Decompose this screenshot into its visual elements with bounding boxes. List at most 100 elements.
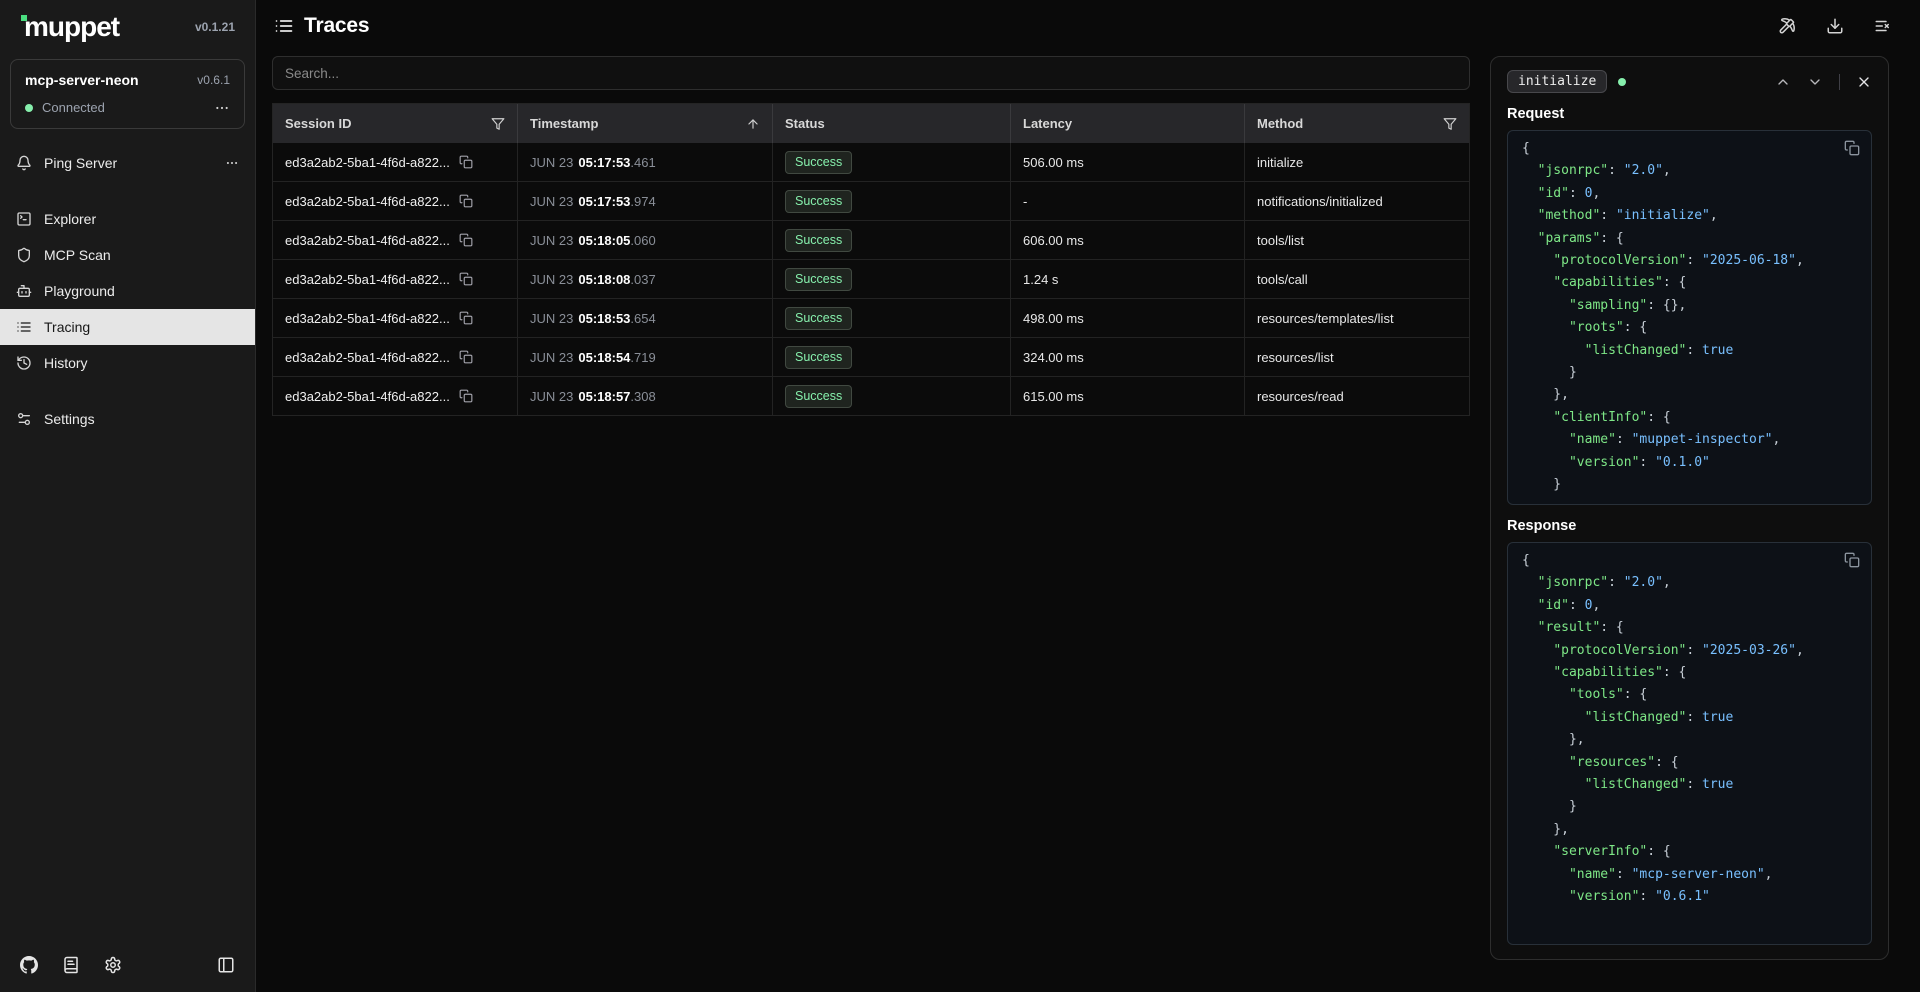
logo-row: muppet v0.1.21 [0, 0, 255, 51]
column-header-session-id[interactable]: Session ID [273, 104, 518, 143]
method-cell: resources/list [1245, 338, 1469, 376]
ping-server-menu-button[interactable] [225, 156, 239, 170]
sidebar-item-history[interactable]: History [0, 345, 255, 381]
sidebar-item-label: Playground [44, 283, 115, 299]
copy-icon[interactable] [459, 389, 473, 403]
next-trace-button[interactable] [1807, 74, 1823, 90]
table-row[interactable]: ed3a2ab2-5ba1-4f6d-a822... JUN 2305:18:5… [273, 299, 1469, 338]
session-id: ed3a2ab2-5ba1-4f6d-a822... [285, 233, 450, 248]
table-row[interactable]: ed3a2ab2-5ba1-4f6d-a822... JUN 2305:18:5… [273, 377, 1469, 416]
latency-cell: 1.24 s [1011, 260, 1245, 298]
main-area: Traces Session ID Timestamp [256, 0, 1920, 992]
github-icon[interactable] [20, 956, 38, 974]
filter-icon[interactable] [491, 117, 505, 131]
traces-column: Session ID Timestamp Status Latency Me [272, 56, 1470, 960]
app-version: v0.1.21 [195, 20, 235, 34]
column-header-status[interactable]: Status [773, 104, 1011, 143]
table-row[interactable]: ed3a2ab2-5ba1-4f6d-a822... JUN 2305:18:0… [273, 260, 1469, 299]
table-row[interactable]: ed3a2ab2-5ba1-4f6d-a822... JUN 2305:18:5… [273, 338, 1469, 377]
session-id: ed3a2ab2-5ba1-4f6d-a822... [285, 350, 450, 365]
clear-list-icon[interactable] [1874, 17, 1892, 35]
session-id: ed3a2ab2-5ba1-4f6d-a822... [285, 311, 450, 326]
column-header-latency[interactable]: Latency [1011, 104, 1245, 143]
app-logo[interactable]: muppet [24, 12, 119, 43]
sidebar-item-label: Tracing [44, 319, 90, 335]
timestamp-cell: JUN 2305:17:53.461 [518, 143, 773, 181]
sidebar-item-label: Settings [44, 411, 95, 427]
collapse-sidebar-icon[interactable] [217, 956, 235, 974]
method-badge: initialize [1507, 70, 1607, 93]
docs-book-icon[interactable] [62, 956, 80, 974]
list-icon [16, 319, 32, 335]
server-status: Connected [42, 100, 214, 115]
sidebar: muppet v0.1.21 mcp-server-neon v0.6.1 Co… [0, 0, 256, 992]
bell-icon [16, 155, 32, 171]
session-id: ed3a2ab2-5ba1-4f6d-a822... [285, 389, 450, 404]
sidebar-item-tracing[interactable]: Tracing [0, 309, 255, 345]
sidebar-item-ping-server[interactable]: Ping Server [0, 145, 255, 181]
sidebar-item-label: Ping Server [44, 155, 117, 171]
latency-cell: 615.00 ms [1011, 377, 1245, 415]
search-input[interactable] [285, 66, 1457, 81]
sidebar-item-label: Explorer [44, 211, 96, 227]
copy-icon[interactable] [1844, 140, 1860, 156]
server-version: v0.6.1 [197, 73, 230, 87]
gear-icon[interactable] [104, 956, 122, 974]
copy-icon[interactable] [459, 350, 473, 364]
traces-table: Session ID Timestamp Status Latency Me [272, 103, 1470, 416]
request-code: { "jsonrpc": "2.0", "id": 0, "method": "… [1507, 130, 1872, 505]
latency-cell: 324.00 ms [1011, 338, 1245, 376]
ellipsis-icon [214, 100, 230, 116]
response-label: Response [1507, 518, 1872, 534]
status-badge: Success [785, 346, 852, 369]
sidebar-item-playground[interactable]: Playground [0, 273, 255, 309]
trace-detail-panel: initialize Request { "jsonrpc": "2.0", "… [1490, 56, 1889, 960]
sliders-icon [16, 411, 32, 427]
latency-cell: 498.00 ms [1011, 299, 1245, 337]
column-header-method[interactable]: Method [1245, 104, 1469, 143]
download-icon[interactable] [1826, 17, 1844, 35]
status-badge: Success [785, 229, 852, 252]
close-panel-button[interactable] [1856, 74, 1872, 90]
request-label: Request [1507, 106, 1872, 122]
server-menu-button[interactable] [214, 100, 230, 116]
page-title: Traces [304, 14, 369, 38]
method-cell: resources/read [1245, 377, 1469, 415]
column-header-timestamp[interactable]: Timestamp [518, 104, 773, 143]
copy-icon[interactable] [1844, 552, 1860, 568]
copy-icon[interactable] [459, 194, 473, 208]
table-row[interactable]: ed3a2ab2-5ba1-4f6d-a822... JUN 2305:18:0… [273, 221, 1469, 260]
request-json: { "jsonrpc": "2.0", "id": 0, "method": "… [1522, 138, 1857, 497]
server-card[interactable]: mcp-server-neon v0.6.1 Connected [10, 59, 245, 129]
panel-header: initialize [1507, 70, 1872, 93]
timestamp-cell: JUN 2305:18:57.308 [518, 377, 773, 415]
search-box [272, 56, 1470, 90]
response-json: { "jsonrpc": "2.0", "id": 0, "result": {… [1522, 550, 1857, 909]
copy-icon[interactable] [459, 233, 473, 247]
prev-trace-button[interactable] [1775, 74, 1791, 90]
sidebar-nav: Ping Server Explorer MCP Scan Playground… [0, 145, 255, 437]
logo-accent-mark [21, 15, 27, 21]
status-badge: Success [785, 151, 852, 174]
filter-icon[interactable] [1443, 117, 1457, 131]
status-badge: Success [785, 385, 852, 408]
session-id: ed3a2ab2-5ba1-4f6d-a822... [285, 272, 450, 287]
copy-icon[interactable] [459, 155, 473, 169]
sidebar-item-settings[interactable]: Settings [0, 401, 255, 437]
sort-asc-icon[interactable] [746, 117, 760, 131]
sidebar-item-mcp-scan[interactable]: MCP Scan [0, 237, 255, 273]
timestamp-cell: JUN 2305:18:05.060 [518, 221, 773, 259]
response-code: { "jsonrpc": "2.0", "id": 0, "result": {… [1507, 542, 1872, 945]
table-row[interactable]: ed3a2ab2-5ba1-4f6d-a822... JUN 2305:17:5… [273, 182, 1469, 221]
table-row[interactable]: ed3a2ab2-5ba1-4f6d-a822... JUN 2305:17:5… [273, 143, 1469, 182]
timestamp-cell: JUN 2305:18:08.037 [518, 260, 773, 298]
copy-icon[interactable] [459, 272, 473, 286]
pickaxe-icon[interactable] [1778, 17, 1796, 35]
copy-icon[interactable] [459, 311, 473, 325]
latency-cell: 506.00 ms [1011, 143, 1245, 181]
status-badge: Success [785, 268, 852, 291]
method-cell: tools/list [1245, 221, 1469, 259]
terminal-icon [16, 211, 32, 227]
sidebar-item-explorer[interactable]: Explorer [0, 201, 255, 237]
sidebar-item-label: History [44, 355, 88, 371]
